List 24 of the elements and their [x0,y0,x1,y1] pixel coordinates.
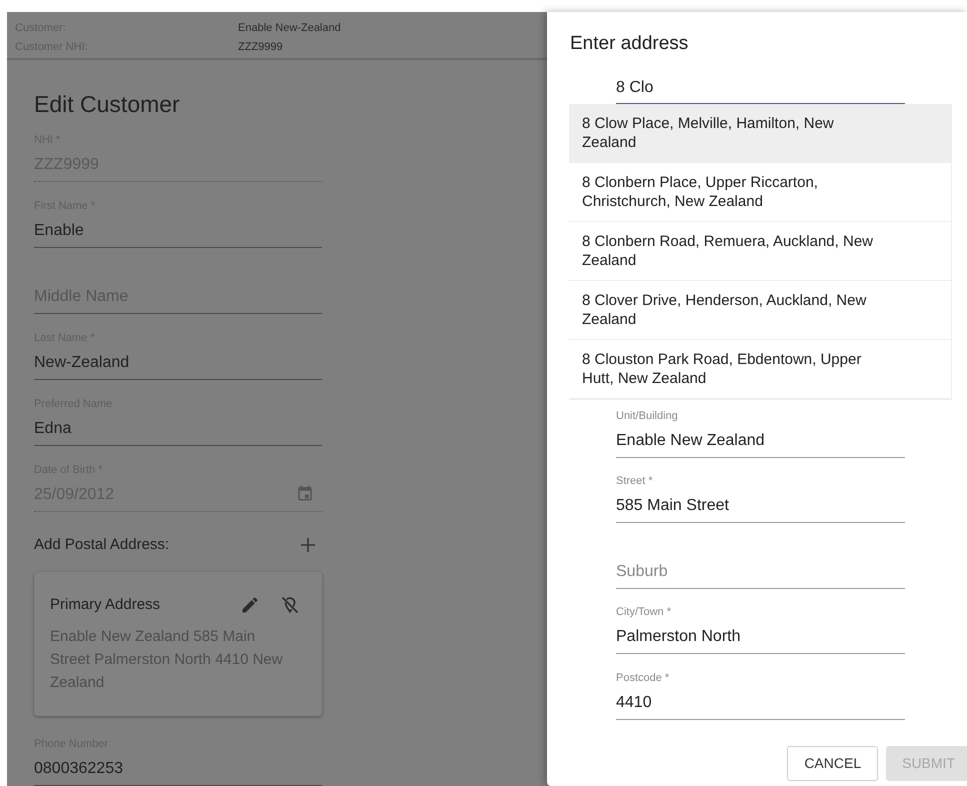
input-field[interactable]: Edna [34,418,322,446]
input-field[interactable]: Suburb [616,562,905,588]
dialog-title: Enter address [570,32,688,56]
location-off-icon[interactable] [280,595,300,616]
input-field[interactable]: 4410 [616,692,905,720]
input-field[interactable]: 585 Main Street [616,496,905,523]
field-label: Street * [616,474,653,488]
input-field[interactable]: Palmerston North [616,627,905,654]
add-icon[interactable] [300,536,316,553]
header-value: Enable New-Zealand [238,21,341,35]
pencil-icon[interactable] [240,595,260,616]
suggestion-item[interactable]: 8 Clow Place, Melville, Hamilton, New Zealand [569,104,951,163]
input-field[interactable]: Enable New Zealand [616,430,905,458]
field-label: Postcode * [616,670,670,684]
dialog-button[interactable]: CANCEL [787,746,878,780]
input-field[interactable]: Enable [34,220,322,248]
section-label: Add Postal Address: [34,534,170,554]
input-field[interactable]: 0800362253 [34,759,322,786]
field-label: Unit/Building [616,408,678,422]
field-label: City/Town * [616,605,672,619]
input-field[interactable]: New-Zealand [34,352,322,380]
header-value: ZZZ9999 [238,40,283,54]
form-title: Edit Customer [34,90,180,118]
card-title: Primary Address [50,595,160,615]
